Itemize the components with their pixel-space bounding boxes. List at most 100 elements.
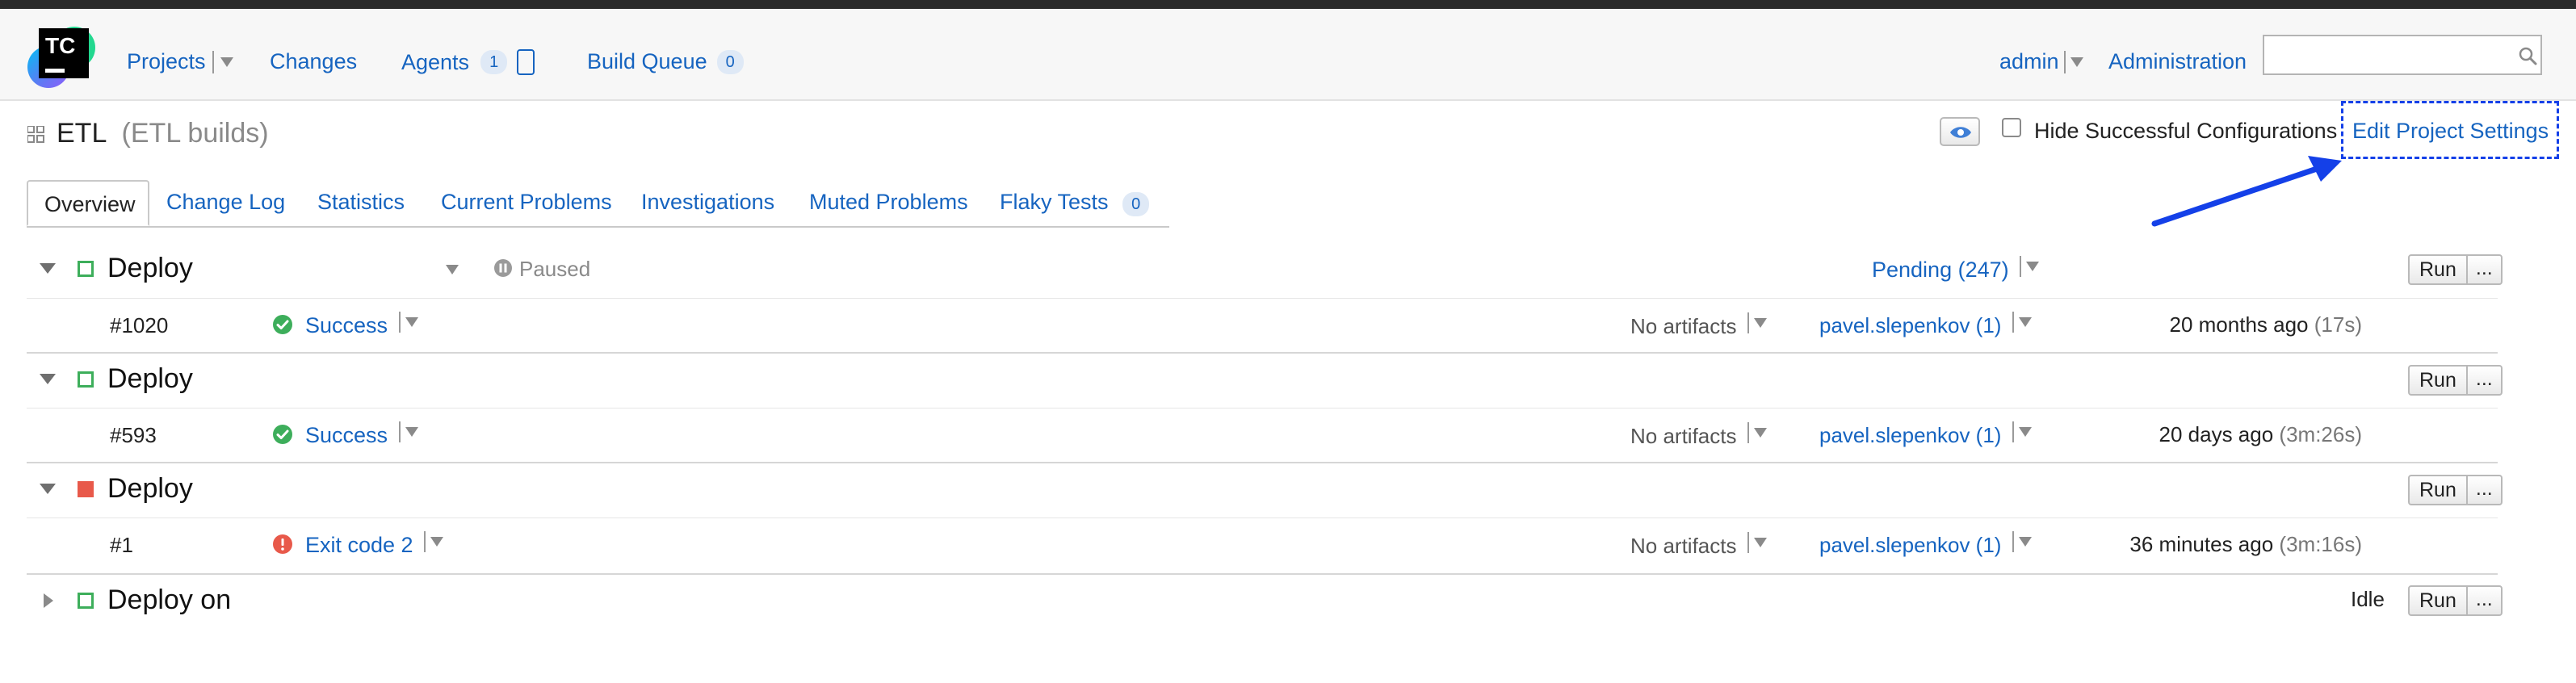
config-status-icon <box>78 593 94 609</box>
build-changes-label: pavel.slepenkov (1) <box>1819 313 2002 337</box>
build-changes[interactable]: pavel.slepenkov (1) <box>1819 312 2032 338</box>
row-divider <box>27 298 2498 299</box>
artifacts[interactable]: No artifacts <box>1630 422 1767 449</box>
run-button[interactable]: Run <box>2410 587 2468 614</box>
artifacts-label: No artifacts <box>1630 424 1737 448</box>
collapse-toggle-icon[interactable] <box>40 484 56 494</box>
collapse-toggle-icon[interactable] <box>40 374 56 384</box>
paused-label: Paused <box>519 257 591 281</box>
config-status-icon <box>78 261 94 277</box>
nav-administration[interactable]: Administration <box>2108 49 2247 74</box>
build-status-dropdown[interactable] <box>419 531 444 552</box>
idle-label: Idle <box>2351 587 2385 611</box>
artifacts-label: No artifacts <box>1630 534 1737 558</box>
chevron-down-icon <box>2018 427 2032 437</box>
run-button[interactable]: Run <box>2410 367 2468 394</box>
expand-toggle-icon[interactable] <box>44 593 53 608</box>
project-grid-icon <box>27 125 45 144</box>
pause-icon <box>494 259 512 277</box>
artifacts-dropdown[interactable] <box>1743 532 1767 553</box>
config-name[interactable]: Deploy on <box>107 585 231 616</box>
project-name: ETL <box>57 118 107 149</box>
build-duration: (3m:16s) <box>2279 532 2362 556</box>
user-menu[interactable]: admin <box>1999 49 2083 74</box>
nav-changes[interactable]: Changes <box>270 49 357 74</box>
logo-text: TC <box>45 33 76 58</box>
chevron-down-icon <box>1753 538 1767 547</box>
pending-changes[interactable]: Pending (247) <box>1872 256 2040 283</box>
config-name[interactable]: Deploy <box>107 363 193 395</box>
nav-agents-label: Agents <box>401 49 470 74</box>
config-name[interactable]: Deploy <box>107 253 193 284</box>
build-status[interactable]: Success <box>305 421 418 448</box>
run-button[interactable]: Run <box>2410 256 2468 283</box>
projects-dropdown[interactable] <box>206 50 233 73</box>
tab-flaky-tests-label: Flaky Tests <box>1000 190 1109 214</box>
chevron-down-icon <box>2018 537 2032 547</box>
changes-dropdown[interactable] <box>2008 312 2032 333</box>
nav-agents[interactable]: Agents 1 <box>401 49 535 75</box>
config-failed-status-icon <box>78 481 94 497</box>
build-changes[interactable]: pavel.slepenkov (1) <box>1819 531 2032 558</box>
build-status[interactable]: Exit code 2 <box>305 531 444 558</box>
build-duration: (17s) <box>2314 312 2362 337</box>
agents-count-badge: 1 <box>480 50 508 74</box>
tab-muted-problems[interactable]: Muted Problems <box>809 190 968 215</box>
build-number[interactable]: #593 <box>110 423 157 448</box>
watch-button[interactable] <box>1940 117 1980 146</box>
edit-project-settings-link[interactable]: Edit Project Settings <box>2352 119 2549 144</box>
tab-overview[interactable]: Overview <box>27 180 149 226</box>
artifacts-dropdown[interactable] <box>1743 422 1767 443</box>
collapse-toggle-icon[interactable] <box>40 263 56 274</box>
error-exclamation-icon <box>273 534 292 554</box>
tab-current-problems[interactable]: Current Problems <box>441 190 612 215</box>
artifacts-dropdown[interactable] <box>1743 312 1767 333</box>
pending-dropdown[interactable] <box>2015 256 2040 277</box>
row-divider <box>27 517 2498 518</box>
artifacts[interactable]: No artifacts <box>1630 312 1767 339</box>
tab-investigations-label: Investigations <box>641 190 775 214</box>
run-button-group: Run ... <box>2408 254 2503 285</box>
user-dropdown[interactable] <box>2059 50 2083 73</box>
build-number[interactable]: #1 <box>110 533 133 558</box>
hide-successful-checkbox[interactable] <box>2002 118 2021 137</box>
run-button-group: Run ... <box>2408 585 2503 616</box>
chevron-down-icon <box>405 427 418 437</box>
nav-projects[interactable]: Projects <box>127 49 233 74</box>
tab-change-log[interactable]: Change Log <box>166 190 285 215</box>
tab-flaky-tests[interactable]: Flaky Tests 0 <box>1000 190 1150 216</box>
artifacts-label: No artifacts <box>1630 314 1737 338</box>
changes-dropdown[interactable] <box>2008 531 2032 552</box>
chevron-down-icon <box>2070 57 2083 67</box>
build-queue-count-badge: 0 <box>716 49 744 74</box>
more-options-button[interactable]: ... <box>2468 476 2501 504</box>
project-tabs: Overview Change Log Statistics Current P… <box>27 180 1169 228</box>
build-number[interactable]: #1020 <box>110 313 168 338</box>
build-time-label: 36 minutes ago <box>2129 532 2274 556</box>
build-time: 36 minutes ago (3m:16s) <box>2129 532 2362 557</box>
chevron-down-icon[interactable] <box>446 265 459 274</box>
more-options-button[interactable]: ... <box>2468 256 2501 283</box>
chevron-down-icon <box>2018 317 2032 327</box>
build-status[interactable]: Success <box>305 312 418 338</box>
success-check-icon <box>273 425 292 444</box>
tab-muted-problems-label: Muted Problems <box>809 190 968 214</box>
search-box[interactable] <box>2263 35 2542 75</box>
run-button[interactable]: Run <box>2410 476 2468 504</box>
config-divider <box>27 573 2498 575</box>
more-options-button[interactable]: ... <box>2468 587 2501 614</box>
build-status-dropdown[interactable] <box>394 421 418 442</box>
search-input[interactable] <box>2271 41 2500 70</box>
run-button-group: Run ... <box>2408 475 2503 505</box>
build-status-dropdown[interactable] <box>394 312 418 333</box>
nav-build-queue[interactable]: Build Queue 0 <box>587 49 744 74</box>
teamcity-logo[interactable]: TC <box>27 23 95 91</box>
changes-dropdown[interactable] <box>2008 421 2032 442</box>
config-name[interactable]: Deploy <box>107 473 193 505</box>
tab-investigations[interactable]: Investigations <box>641 190 774 215</box>
build-changes[interactable]: pavel.slepenkov (1) <box>1819 421 2032 448</box>
tab-statistics[interactable]: Statistics <box>317 190 405 215</box>
more-options-button[interactable]: ... <box>2468 367 2501 394</box>
search-icon[interactable] <box>2518 46 2537 65</box>
artifacts[interactable]: No artifacts <box>1630 532 1767 559</box>
